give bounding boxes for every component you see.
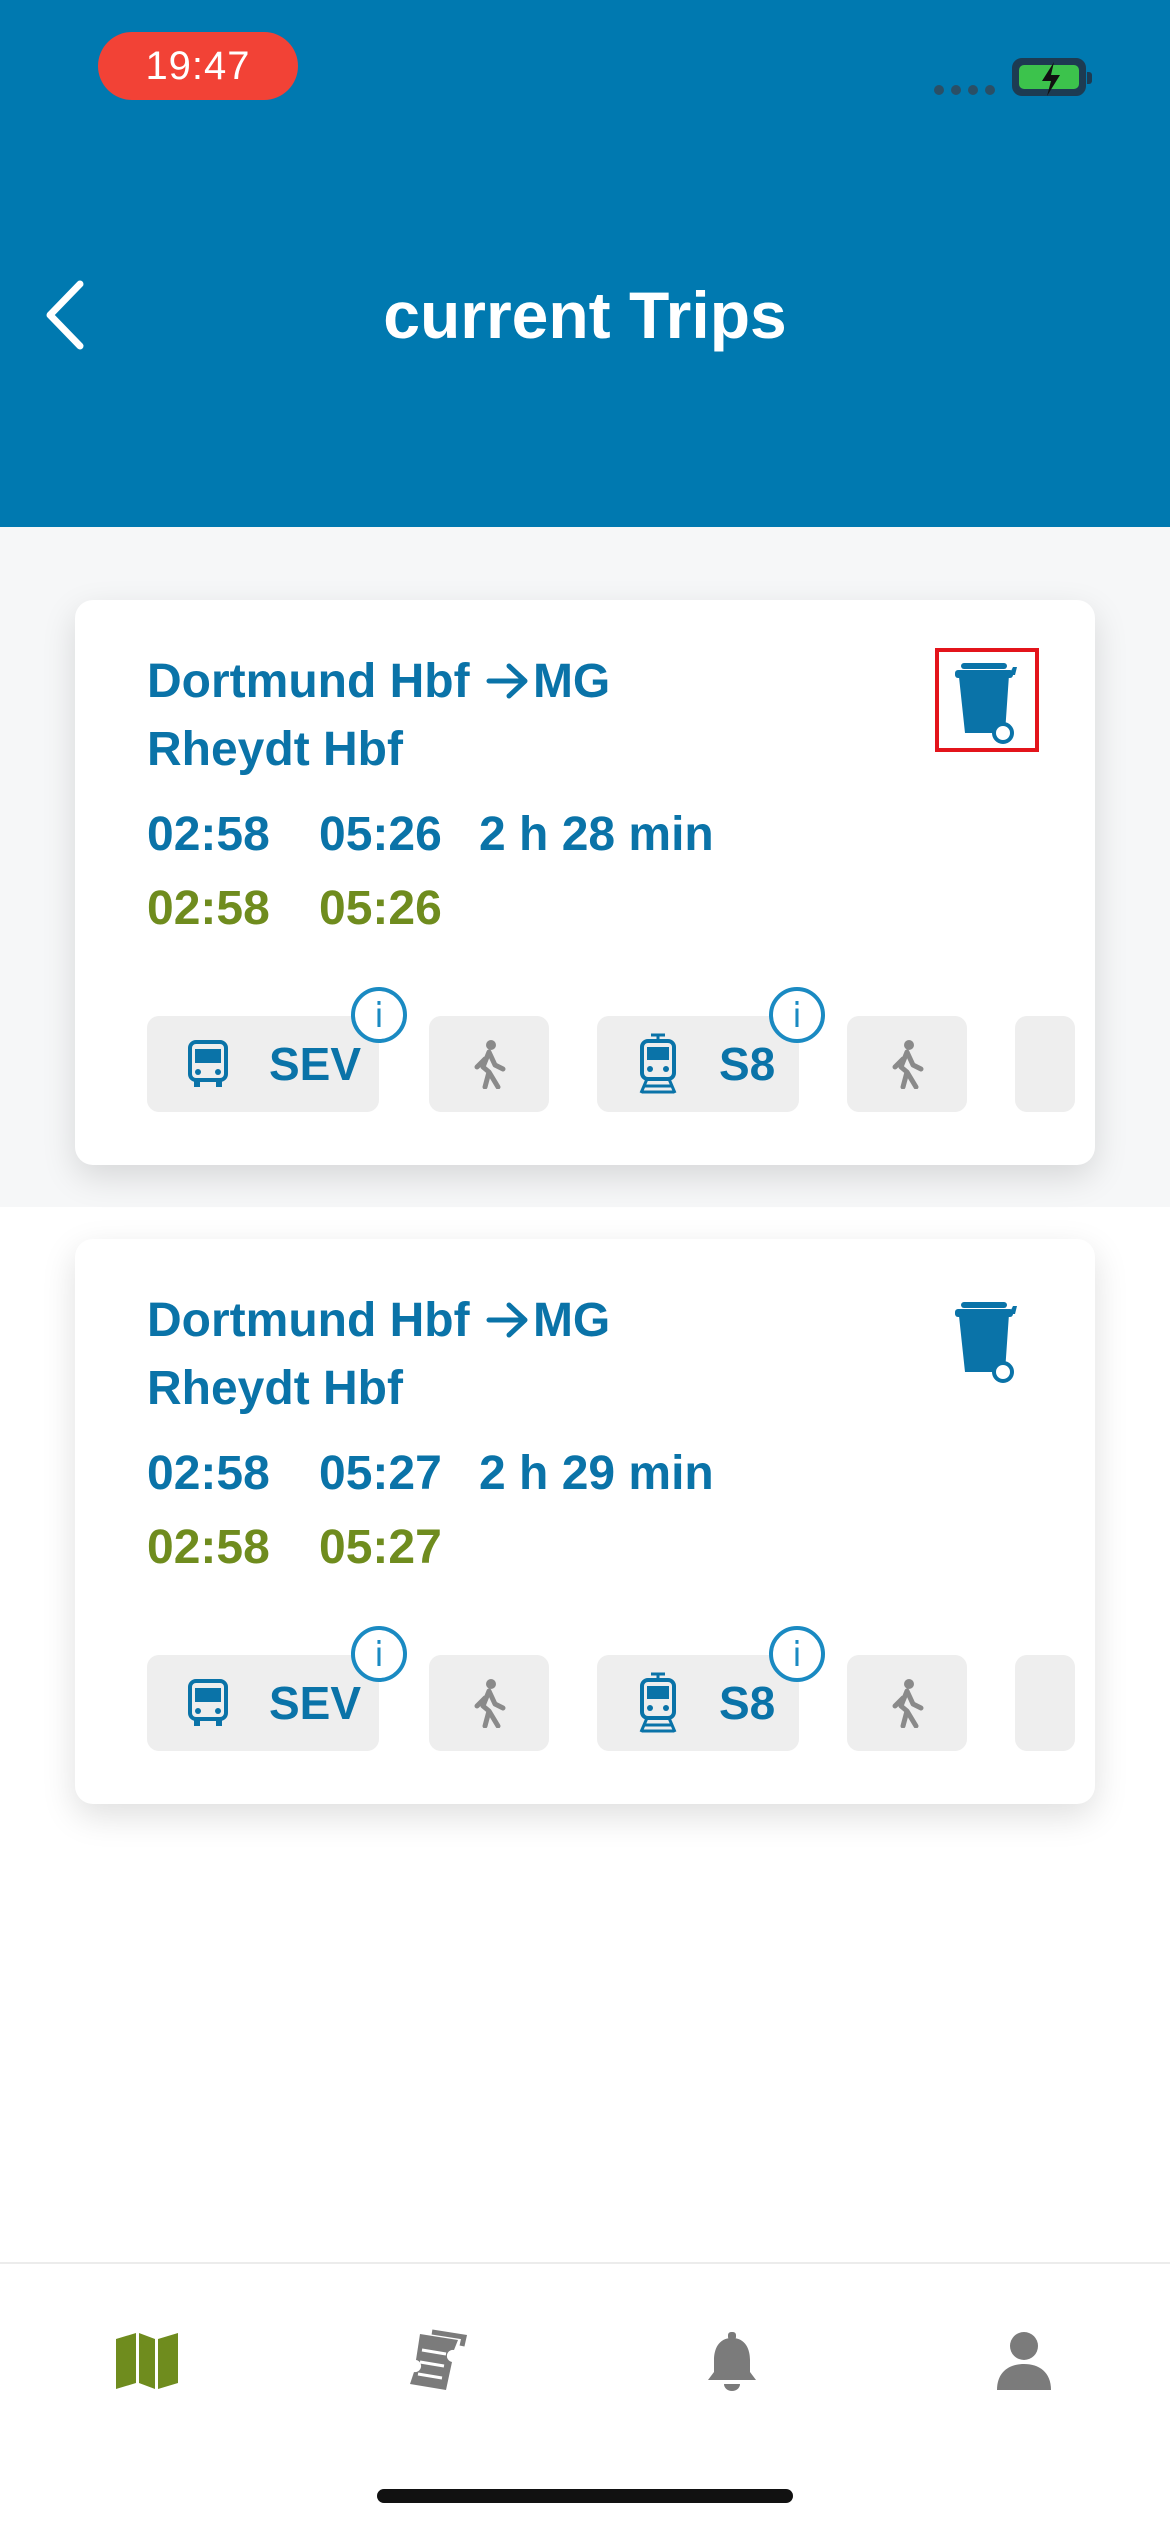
trash-bin-icon (955, 1302, 1017, 1383)
planned-departure-time: 02:58 (147, 1521, 270, 1574)
actual-times: 02:58 05:26 2 h 28 min (147, 805, 714, 865)
tickets-icon (410, 2329, 468, 2390)
actual-times: 02:58 05:27 2 h 29 min (147, 1444, 714, 1504)
route-to-station: Rheydt Hbf (147, 723, 403, 776)
bell-icon (708, 2332, 756, 2391)
planned-arrival-time: 05:27 (319, 1521, 442, 1574)
delete-trip-button[interactable] (935, 648, 1039, 752)
bus-icon (188, 1040, 228, 1087)
route-to: MG (532, 1294, 611, 1347)
tab-profile[interactable] (979, 2316, 1069, 2406)
route-from: Dortmund Hbf (147, 1294, 470, 1347)
profile-icon (997, 2332, 1051, 2390)
trip-list: Dortmund Hbf MG Rheydt Hbf 02:58 05:26 2 h… (0, 527, 1170, 2257)
leg-tram-s8[interactable]: S8 (597, 1016, 799, 1112)
leg-label: SEV (269, 1677, 362, 1729)
delete-trip-button[interactable] (935, 1287, 1039, 1391)
trip-route: Dortmund Hbf MG Rheydt Hbf (147, 648, 707, 784)
tram-icon (639, 1033, 677, 1094)
tab-map[interactable] (102, 2316, 192, 2406)
trip-duration: 2 h 28 min (479, 808, 714, 861)
page-title: current Trips (383, 278, 787, 352)
arrow-right-icon (486, 663, 528, 699)
leg-walk[interactable] (847, 1016, 967, 1112)
walk-icon (892, 1040, 924, 1089)
planned-arrival-time: 05:26 (319, 882, 442, 935)
home-indicator (377, 2489, 793, 2503)
leg-walk[interactable] (847, 1655, 967, 1751)
leg-label: S8 (719, 1677, 776, 1729)
leg-label: SEV (269, 1038, 362, 1090)
planned-times: 02:58 05:26 (147, 879, 479, 939)
trip-card[interactable]: Dortmund Hbf MG Rheydt Hbf 02:58 05:27 2 h… (75, 1239, 1095, 1804)
leg-tram-s8[interactable]: S8 (597, 1655, 799, 1751)
route-from: Dortmund Hbf (147, 655, 470, 708)
battery-icon (1012, 58, 1092, 96)
info-icon[interactable]: i (351, 1626, 407, 1682)
planned-times: 02:58 05:27 (147, 1518, 479, 1578)
tram-icon (639, 1672, 677, 1733)
tab-notifications[interactable] (687, 2316, 777, 2406)
leg-more[interactable] (1015, 1655, 1075, 1751)
app-header: 19:47 current Trips (0, 0, 1170, 527)
leg-bus-sev[interactable]: SEV (147, 1655, 379, 1751)
info-icon[interactable]: i (769, 1626, 825, 1682)
arrival-time: 05:27 (319, 1447, 442, 1500)
trash-bin-icon (955, 663, 1017, 744)
trip-route: Dortmund Hbf MG Rheydt Hbf (147, 1287, 707, 1423)
leg-walk[interactable] (429, 1655, 549, 1751)
leg-walk[interactable] (429, 1016, 549, 1112)
tab-tickets[interactable] (392, 2316, 482, 2406)
info-icon[interactable]: i (351, 987, 407, 1043)
trip-legs: SEV S8 (147, 1016, 1097, 1116)
departure-time: 02:58 (147, 1447, 270, 1500)
arrow-right-icon (486, 1302, 528, 1338)
route-to-station: Rheydt Hbf (147, 1362, 403, 1415)
arrival-time: 05:26 (319, 808, 442, 861)
leg-label: S8 (719, 1038, 776, 1090)
planned-departure-time: 02:58 (147, 882, 270, 935)
walk-icon (892, 1679, 924, 1728)
info-icon[interactable]: i (769, 987, 825, 1043)
walk-icon (474, 1040, 506, 1089)
trip-card[interactable]: Dortmund Hbf MG Rheydt Hbf 02:58 05:26 2 h… (75, 600, 1095, 1165)
leg-bus-sev[interactable]: SEV (147, 1016, 379, 1112)
signal-icon (934, 85, 995, 95)
trip-legs: SEV S8 (147, 1655, 1097, 1755)
leg-more[interactable] (1015, 1016, 1075, 1112)
route-to: MG (532, 655, 611, 708)
walk-icon (474, 1679, 506, 1728)
map-icon (116, 2333, 178, 2389)
status-time: 19:47 (98, 32, 298, 100)
bus-icon (188, 1679, 228, 1726)
trip-duration: 2 h 29 min (479, 1447, 714, 1500)
departure-time: 02:58 (147, 808, 270, 861)
